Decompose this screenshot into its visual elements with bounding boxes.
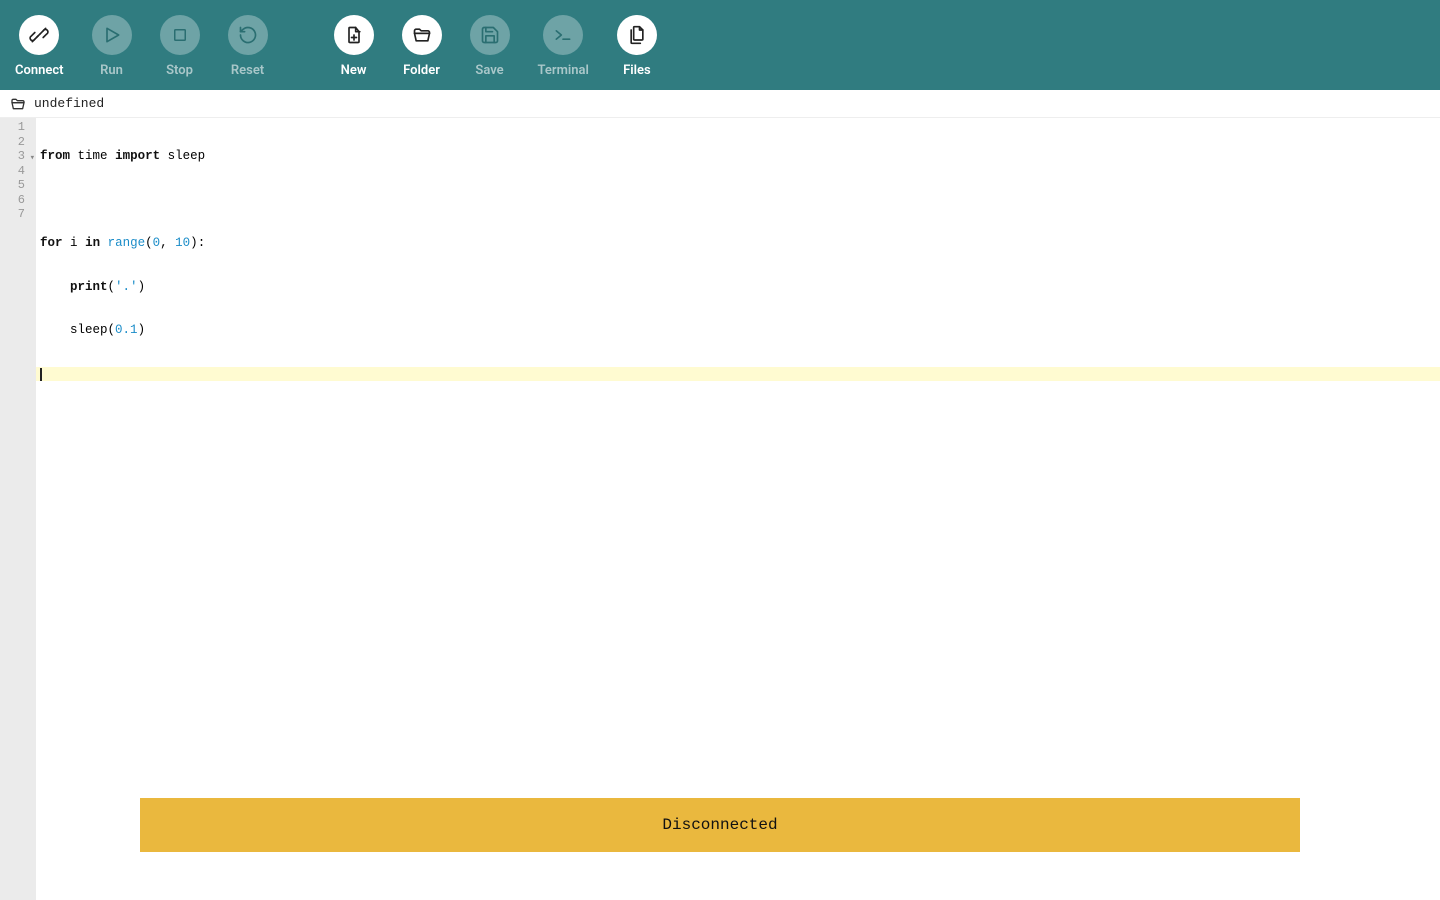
save-label: Save: [475, 63, 503, 78]
breadcrumb: undefined: [0, 90, 1440, 118]
files-button[interactable]: Files: [617, 15, 657, 78]
status-toast: Disconnected: [140, 798, 1300, 852]
stop-icon: [160, 15, 200, 55]
files-icon: [617, 15, 657, 55]
toolbar: Connect Run Stop Reset: [0, 0, 1440, 90]
new-button[interactable]: New: [334, 15, 374, 78]
code-line: [36, 193, 1440, 208]
connect-button[interactable]: Connect: [15, 15, 64, 78]
line-number: 7: [0, 207, 36, 222]
connect-label: Connect: [15, 63, 64, 78]
text-cursor: [40, 368, 42, 381]
code-line-active: [36, 367, 1440, 382]
code-line: [36, 410, 1440, 425]
play-icon: [92, 15, 132, 55]
stop-label: Stop: [166, 63, 193, 78]
code-line: for i in range(0, 10):: [36, 236, 1440, 251]
line-number: 2: [0, 135, 36, 150]
folder-button[interactable]: Folder: [402, 15, 442, 78]
code-line: sleep(0.1): [36, 323, 1440, 338]
folder-icon: [10, 96, 26, 112]
files-label: Files: [623, 63, 651, 78]
line-number: 6: [0, 193, 36, 208]
line-number: 3▾: [0, 149, 36, 164]
line-number: 5: [0, 178, 36, 193]
reset-button[interactable]: Reset: [228, 15, 268, 78]
new-label: New: [341, 63, 367, 78]
code-line: print('.'): [36, 280, 1440, 295]
plug-icon: [19, 15, 59, 55]
line-number: 4: [0, 164, 36, 179]
status-message: Disconnected: [662, 816, 777, 834]
terminal-icon: [543, 15, 583, 55]
code-area[interactable]: from time import sleep for i in range(0,…: [36, 118, 1440, 900]
code-line: from time import sleep: [36, 149, 1440, 164]
reset-icon: [228, 15, 268, 55]
new-file-icon: [334, 15, 374, 55]
terminal-button[interactable]: Terminal: [538, 15, 589, 78]
breadcrumb-path: undefined: [34, 96, 104, 111]
save-button[interactable]: Save: [470, 15, 510, 78]
run-label: Run: [100, 63, 123, 78]
folder-open-icon: [402, 15, 442, 55]
code-editor[interactable]: 1 2 3▾ 4 5 6 7 from time import sleep fo…: [0, 118, 1440, 900]
stop-button[interactable]: Stop: [160, 15, 200, 78]
line-number-gutter: 1 2 3▾ 4 5 6 7: [0, 118, 36, 900]
run-button[interactable]: Run: [92, 15, 132, 78]
line-number: 1: [0, 120, 36, 135]
folder-label: Folder: [403, 63, 440, 78]
terminal-label: Terminal: [538, 63, 589, 78]
save-icon: [470, 15, 510, 55]
reset-label: Reset: [231, 63, 264, 78]
